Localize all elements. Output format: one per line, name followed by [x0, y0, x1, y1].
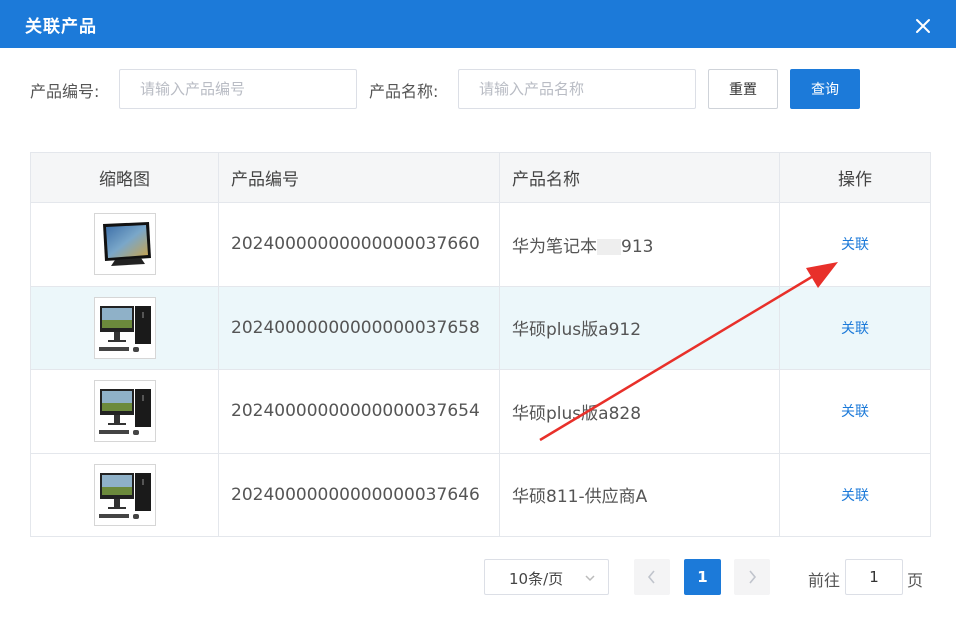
- product-name-label: 产品名称:: [369, 82, 439, 101]
- product-name-cell: 华硕plus版a912: [499, 285, 780, 370]
- dialog-header: 关联产品: [0, 0, 956, 48]
- search-bar: 产品编号: 产品名称: 重置 查询: [0, 68, 956, 110]
- query-button[interactable]: 查询: [790, 69, 860, 109]
- page-size-select[interactable]: 10条/页: [484, 559, 609, 595]
- product-name-cell: 华为笔记本 913: [499, 202, 780, 287]
- product-table: 缩略图 产品编号 产品名称 操作 20240000000000000037660…: [30, 152, 931, 537]
- associate-link[interactable]: 关联: [841, 237, 869, 253]
- close-icon[interactable]: [914, 17, 932, 35]
- table-row: 20240000000000000037654 华硕plus版a828 关联: [30, 369, 931, 454]
- product-code-cell: 20240000000000000037658: [218, 285, 500, 370]
- product-code-cell: 20240000000000000037660: [218, 202, 500, 287]
- goto-page-input[interactable]: [845, 559, 903, 595]
- table-row: 20240000000000000037660 华为笔记本 913 关联: [30, 202, 931, 287]
- chevron-right-icon: [749, 570, 757, 584]
- associate-link[interactable]: 关联: [841, 404, 869, 420]
- product-name-cell: 华硕plus版a828: [499, 369, 780, 454]
- table-row: 20240000000000000037658 华硕plus版a912 关联: [30, 285, 931, 370]
- prev-page-button[interactable]: [634, 559, 670, 595]
- pagination: 10条/页 1 前往 页: [0, 559, 956, 595]
- goto-prefix: 前往: [808, 571, 841, 590]
- product-code-cell: 20240000000000000037646: [218, 452, 500, 537]
- desktop-pc-icon: [93, 463, 156, 526]
- column-header-action: 操作: [779, 152, 931, 203]
- product-code-label: 产品编号:: [30, 82, 100, 101]
- current-page-button[interactable]: 1: [684, 559, 721, 595]
- product-code-cell: 20240000000000000037654: [218, 369, 500, 454]
- chevron-left-icon: [647, 570, 655, 584]
- table-header-row: 缩略图 产品编号 产品名称 操作: [30, 152, 931, 203]
- desktop-pc-icon: [93, 380, 156, 443]
- product-name-input[interactable]: [458, 69, 696, 109]
- product-name-cell: 华硕811-供应商A: [499, 452, 780, 537]
- next-page-button[interactable]: [734, 559, 770, 595]
- reset-button[interactable]: 重置: [708, 69, 778, 109]
- table-row: 20240000000000000037646 华硕811-供应商A 关联: [30, 452, 931, 537]
- associate-link[interactable]: 关联: [841, 321, 869, 337]
- page-size-value: 10条/页: [509, 570, 564, 588]
- dialog-title: 关联产品: [25, 17, 97, 37]
- column-header-product-code: 产品编号: [218, 152, 500, 203]
- associate-link[interactable]: 关联: [841, 488, 869, 504]
- column-header-thumbnail: 缩略图: [30, 152, 219, 203]
- column-header-product-name: 产品名称: [499, 152, 780, 203]
- tablet-icon: [93, 213, 156, 276]
- goto-suffix: 页: [907, 571, 924, 590]
- chevron-down-icon: [585, 575, 595, 582]
- redacted-block: [597, 238, 621, 255]
- product-code-input[interactable]: [119, 69, 357, 109]
- desktop-pc-icon: [93, 296, 156, 359]
